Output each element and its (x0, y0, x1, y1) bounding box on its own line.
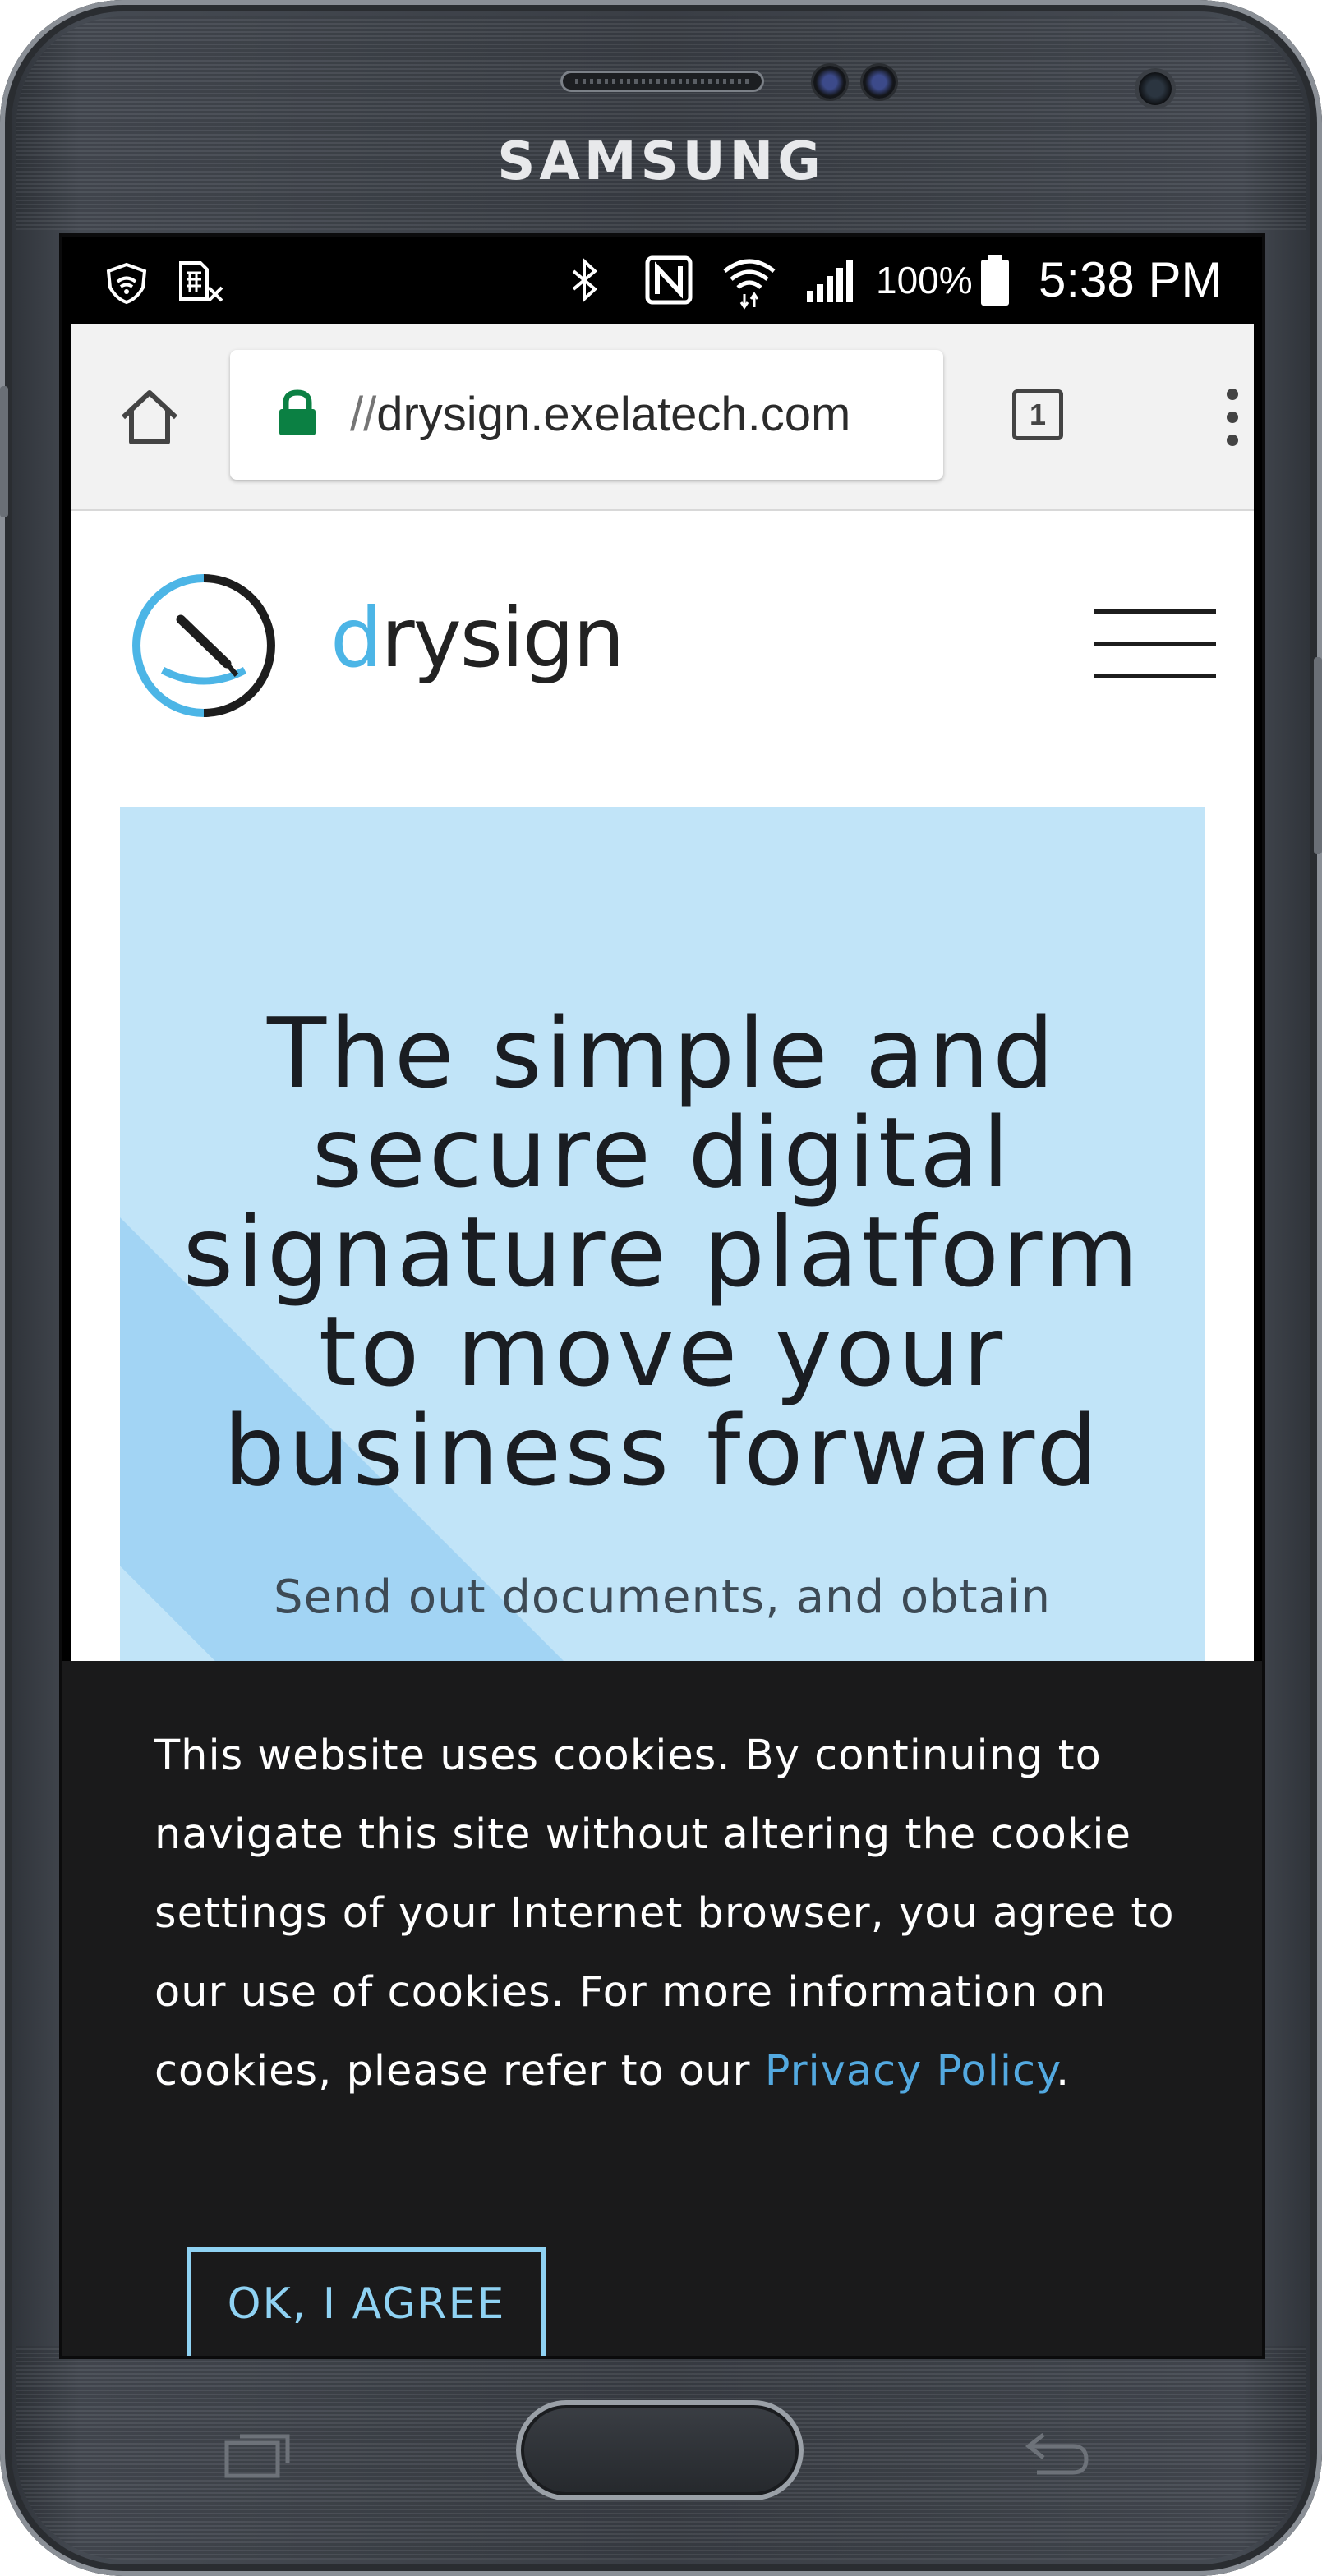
home-icon[interactable] (118, 386, 181, 448)
url-host: drysign.exelatech.com (376, 388, 851, 441)
hero-section: The simple and secure digital signature … (120, 807, 1205, 1661)
proximity-sensor (813, 66, 846, 99)
device-brand: SAMSUNG (497, 131, 825, 192)
nfc-icon (645, 255, 693, 305)
status-bar: 100% 5:38 PM (62, 237, 1262, 324)
front-camera (1139, 72, 1172, 105)
vpn-shield-icon (106, 262, 147, 305)
earpiece-speaker (560, 71, 764, 92)
clock: 5:38 PM (1039, 252, 1223, 307)
back-icon (1025, 2433, 1089, 2475)
recent-apps-key[interactable] (222, 2423, 296, 2481)
cell-signal-icon (807, 260, 853, 302)
wifi-icon (723, 259, 776, 310)
recent-apps-icon (224, 2434, 290, 2478)
agree-button[interactable]: OK, I AGREE (187, 2247, 546, 2356)
phone-top-grille (16, 16, 1306, 230)
battery-percent: 100% (876, 259, 973, 301)
phone-frame: SAMSUNG 100% 5:38 PM //drysign.exelatech… (0, 0, 1322, 2576)
bluetooth-icon (572, 257, 598, 303)
url-text[interactable]: //drysign.exelatech.com (350, 350, 850, 480)
light-sensor (863, 66, 896, 99)
cookie-banner: This website uses cookies. By continuing… (62, 1661, 1262, 2356)
battery-icon (981, 255, 1009, 306)
hero-title: The simple and secure digital signature … (182, 996, 1142, 1507)
secure-lock-icon (279, 389, 316, 435)
tab-count: 1 (1029, 398, 1047, 431)
web-page: drysign The simple and secure digital si… (71, 511, 1254, 1661)
browser-toolbar: //drysign.exelatech.com 1 (71, 324, 1254, 511)
drysign-logo-mark[interactable] (130, 572, 278, 720)
back-key[interactable] (1019, 2423, 1093, 2481)
phone-screen: 100% 5:38 PM //drysign.exelatech.com 1 d… (59, 233, 1265, 2359)
hamburger-menu-icon[interactable] (1089, 603, 1221, 685)
power-button (1314, 657, 1322, 854)
sim-card-icon (179, 261, 223, 302)
url-scheme: // (350, 388, 377, 441)
volume-button (0, 386, 8, 518)
drysign-logo-text[interactable]: drysign (330, 590, 625, 686)
home-hardware-button[interactable] (516, 2400, 804, 2500)
privacy-policy-link[interactable]: Privacy Policy (765, 2047, 1056, 2095)
address-bar[interactable]: //drysign.exelatech.com (230, 350, 943, 480)
cookie-message: This website uses cookies. By continuing… (154, 1732, 1175, 2095)
hero-subtitle: Send out documents, and obtain (274, 1571, 1051, 1624)
overflow-menu-icon[interactable] (1223, 386, 1242, 448)
tab-switcher-button[interactable]: 1 (1012, 389, 1063, 440)
